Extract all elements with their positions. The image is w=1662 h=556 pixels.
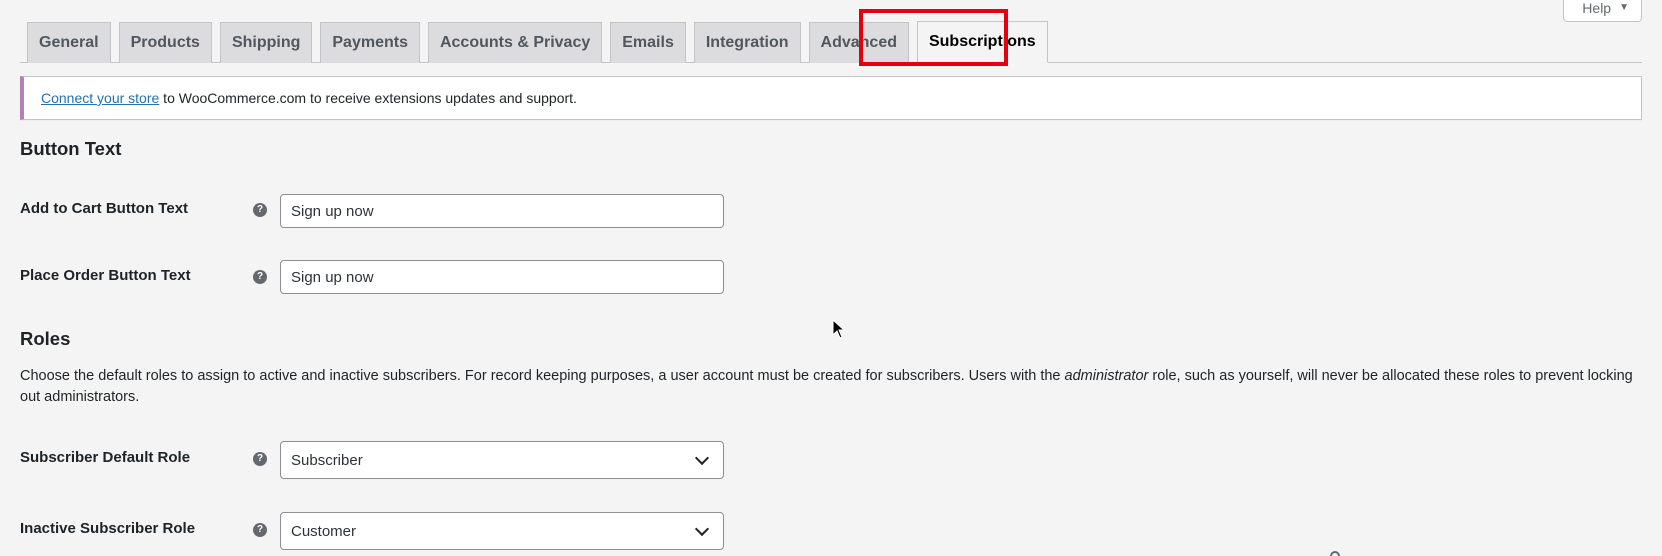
connect-store-notice: Connect your store to WooCommerce.com to… [20,76,1642,120]
help-label: Help [1582,0,1612,16]
chevron-down-icon [694,450,710,465]
button-text-heading: Button Text [20,138,122,159]
select-value: Customer [291,522,357,540]
partial-icon [1330,551,1340,556]
place-order-label: Place Order Button Text [20,267,191,284]
add-to-cart-label: Add to Cart Button Text [20,200,189,217]
inactive-subscriber-role-label: Inactive Subscriber Role [20,520,196,537]
tab-integration[interactable]: Integration [693,22,801,63]
select-value: Subscriber [291,451,363,469]
roles-description: Choose the default roles to assign to ac… [20,368,1633,405]
roles-heading: Roles [20,328,71,349]
inactive-subscriber-role-select[interactable]: Customer [280,512,724,550]
notice-text: to WooCommerce.com to receive extensions… [159,90,577,106]
settings-page: Help ▼ General Products Shipping Payment… [0,0,1662,556]
tab-subscriptions[interactable]: Subscriptions [916,21,1048,63]
tab-shipping[interactable]: Shipping [219,22,313,63]
chevron-down-icon [694,521,710,536]
help-button[interactable]: Help ▼ [1563,0,1642,22]
tab-accounts-privacy[interactable]: Accounts & Privacy [427,22,603,63]
add-to-cart-text-input[interactable] [280,194,724,228]
tab-payments[interactable]: Payments [320,22,420,63]
tab-general[interactable]: General [27,22,111,63]
help-tip-icon[interactable]: ? [253,523,267,537]
subscriber-default-role-select[interactable]: Subscriber [280,441,724,479]
subscriber-default-role-label: Subscriber Default Role [20,449,191,466]
tab-advanced[interactable]: Advanced [808,22,909,63]
help-tip-icon[interactable]: ? [253,270,267,284]
help-tip-icon[interactable]: ? [253,203,267,217]
mouse-cursor-icon [832,319,846,339]
place-order-text-input[interactable] [280,260,724,294]
connect-store-link[interactable]: Connect your store [41,90,159,106]
tab-products[interactable]: Products [118,22,212,63]
settings-tabs: General Products Shipping Payments Accou… [20,21,1642,63]
help-tip-icon[interactable]: ? [253,452,267,466]
tab-emails[interactable]: Emails [610,22,686,63]
caret-down-icon: ▼ [1619,2,1629,13]
